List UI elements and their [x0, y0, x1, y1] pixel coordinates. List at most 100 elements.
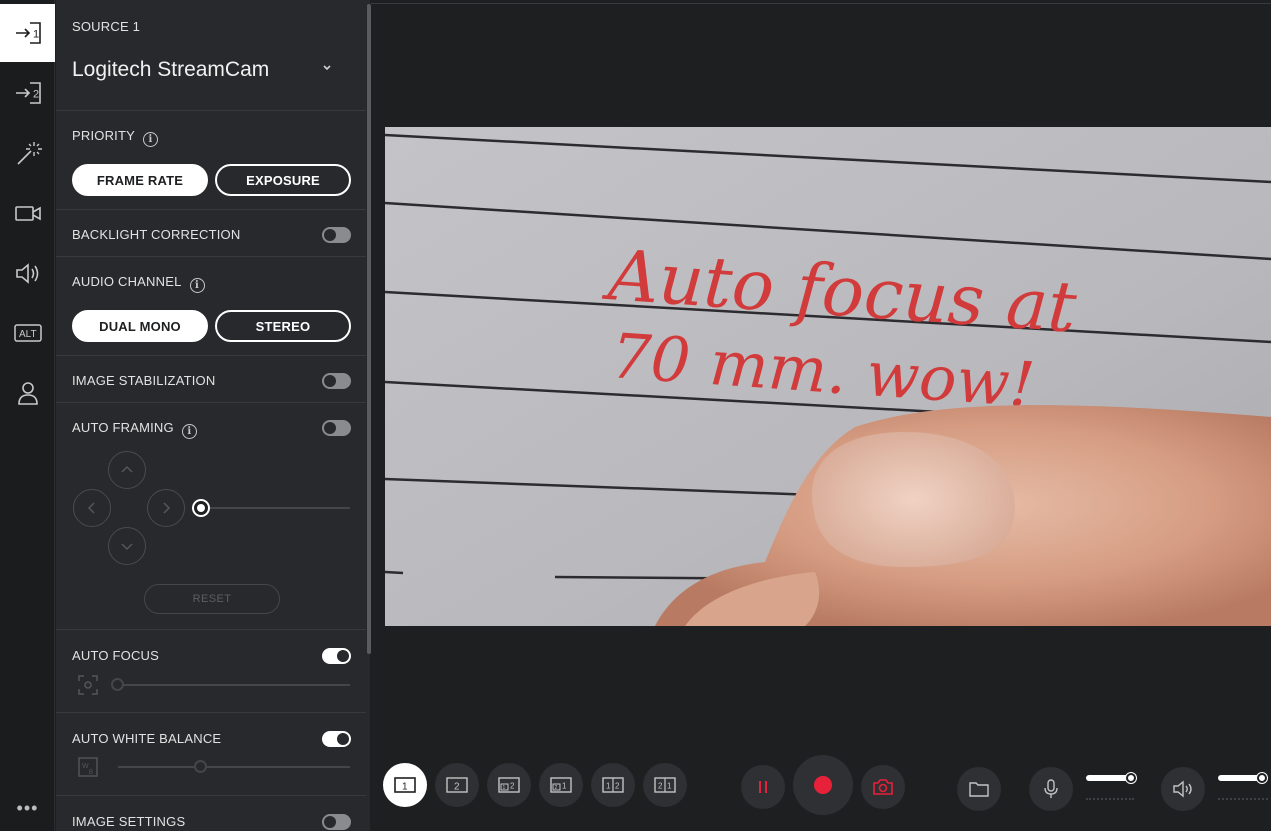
reset-button[interactable]: RESET [144, 584, 280, 614]
svg-text:1: 1 [606, 782, 611, 791]
auto-white-balance-section: AUTO WHITE BALANCE W B [56, 713, 366, 796]
more-menu-button[interactable]: ••• [0, 799, 55, 817]
svg-text:1: 1 [402, 782, 408, 793]
camera-icon [873, 779, 893, 795]
svg-text:2: 2 [33, 89, 39, 101]
backlight-correction-toggle[interactable] [322, 227, 351, 243]
handwriting-text: Auto focus at 70 mm. wow! [600, 234, 1080, 422]
snapshot-button[interactable] [861, 765, 905, 809]
audio-channel-section: AUDIO CHANNEL i DUAL MONO STEREO [56, 257, 366, 356]
source-settings-panel: SOURCE 1 Logitech StreamCam PRIORITY i FR… [56, 0, 370, 831]
speaker-icon [1173, 780, 1192, 798]
svg-text:1: 1 [503, 785, 506, 791]
focus-slider-track[interactable] [118, 684, 350, 686]
source-section: SOURCE 1 Logitech StreamCam [56, 0, 366, 111]
layout-pip-icon: 2 1 [550, 777, 572, 793]
pan-right-button[interactable] [147, 489, 185, 527]
image-settings-label: IMAGE SETTINGS [72, 814, 186, 829]
white-balance-slider-knob[interactable] [194, 760, 207, 773]
top-divider [371, 3, 1271, 4]
layout-pip-2-1-button[interactable]: 2 1 [539, 763, 583, 807]
pan-left-button[interactable] [73, 489, 111, 527]
open-folder-button[interactable] [957, 767, 1001, 811]
auto-framing-toggle[interactable] [322, 420, 351, 436]
pan-down-button[interactable] [108, 527, 146, 565]
auto-white-balance-label: AUTO WHITE BALANCE [72, 731, 222, 746]
panel-scrollbar[interactable] [367, 4, 371, 654]
camera-preview-frame: Auto focus at 70 mm. wow! [385, 127, 1271, 626]
speaker-button[interactable] [1161, 767, 1205, 811]
source-2-icon: 2 [15, 82, 41, 104]
effects-tab[interactable] [0, 124, 55, 182]
layout-pip-1-2-button[interactable]: 1 2 [487, 763, 531, 807]
speaker-volume-slider[interactable] [1218, 775, 1262, 781]
chevron-down-icon [121, 543, 133, 551]
focus-slider-knob[interactable] [111, 678, 124, 691]
image-stabilization-label: IMAGE STABILIZATION [72, 373, 216, 388]
stereo-option[interactable]: STEREO [215, 310, 351, 342]
frame-rate-option[interactable]: FRAME RATE [72, 164, 208, 196]
layout-split-2-1-button[interactable]: 2 1 [643, 763, 687, 807]
image-settings-toggle[interactable] [322, 814, 351, 830]
svg-text:W: W [82, 763, 89, 770]
pause-icon [759, 781, 767, 793]
layout-single-2-button[interactable]: 2 [435, 763, 479, 807]
svg-text:2: 2 [555, 785, 558, 791]
image-settings-section: IMAGE SETTINGS [56, 796, 366, 831]
speaker-volume-knob[interactable] [1257, 773, 1267, 783]
auto-white-balance-toggle[interactable] [322, 731, 351, 747]
source-label: SOURCE 1 [72, 19, 141, 34]
camera-tab[interactable] [0, 184, 55, 242]
exposure-option[interactable]: EXPOSURE [215, 164, 351, 196]
backlight-section: BACKLIGHT CORRECTION [56, 210, 366, 257]
layout-single-1-button[interactable]: 1 [383, 763, 427, 807]
auto-framing-label: AUTO FRAMING i [72, 420, 197, 439]
layout-split-1-2-button[interactable]: 1 2 [591, 763, 635, 807]
source-2-tab[interactable]: 2 [0, 64, 55, 122]
auto-focus-section: AUTO FOCUS [56, 630, 366, 713]
svg-text:2: 2 [510, 782, 515, 791]
svg-text:2: 2 [615, 782, 620, 791]
account-tab[interactable] [0, 364, 55, 422]
pan-up-button[interactable] [108, 451, 146, 489]
source-select[interactable]: Logitech StreamCam [72, 58, 269, 82]
auto-focus-toggle[interactable] [322, 648, 351, 664]
chevron-right-icon [163, 502, 171, 514]
svg-text:1: 1 [667, 782, 672, 791]
mic-volume-knob[interactable] [1126, 773, 1136, 783]
svg-text:2: 2 [454, 782, 460, 793]
microphone-button[interactable] [1029, 767, 1073, 811]
mic-volume-slider[interactable] [1086, 775, 1131, 781]
info-icon[interactable]: i [189, 278, 205, 293]
microphone-icon [1044, 779, 1058, 798]
white-balance-slider-track[interactable] [118, 766, 350, 768]
info-icon[interactable]: i [181, 424, 197, 439]
camera-preview: Auto focus at 70 mm. wow! [385, 127, 1271, 626]
alt-icon: ALT [13, 324, 42, 342]
backlight-correction-label: BACKLIGHT CORRECTION [72, 227, 241, 242]
layout-1-icon: 1 [394, 777, 416, 793]
info-icon[interactable]: i [143, 132, 158, 147]
zoom-slider-knob[interactable] [194, 501, 208, 515]
svg-text:1: 1 [562, 782, 567, 791]
priority-label: PRIORITY i [72, 128, 158, 147]
dual-mono-option[interactable]: DUAL MONO [72, 310, 208, 342]
chevron-down-icon[interactable] [320, 61, 334, 75]
audio-tab[interactable] [0, 244, 55, 302]
focus-target-icon [78, 675, 98, 695]
white-balance-icon: W B [78, 757, 98, 777]
chevron-up-icon [121, 465, 133, 473]
zoom-slider-track[interactable] [200, 507, 350, 509]
speaker-level-meter [1218, 798, 1268, 800]
speaker-icon [15, 263, 38, 284]
layout-split-icon: 1 2 [602, 777, 624, 793]
user-icon [17, 382, 38, 405]
layout-2-icon: 2 [446, 777, 468, 793]
source-1-tab[interactable]: 1 [0, 4, 55, 62]
video-camera-icon [14, 206, 41, 221]
svg-text:1: 1 [33, 29, 39, 41]
record-button[interactable] [793, 755, 853, 815]
alt-tab[interactable]: ALT [0, 304, 55, 362]
image-stabilization-toggle[interactable] [322, 373, 351, 389]
pause-button[interactable] [741, 765, 785, 809]
